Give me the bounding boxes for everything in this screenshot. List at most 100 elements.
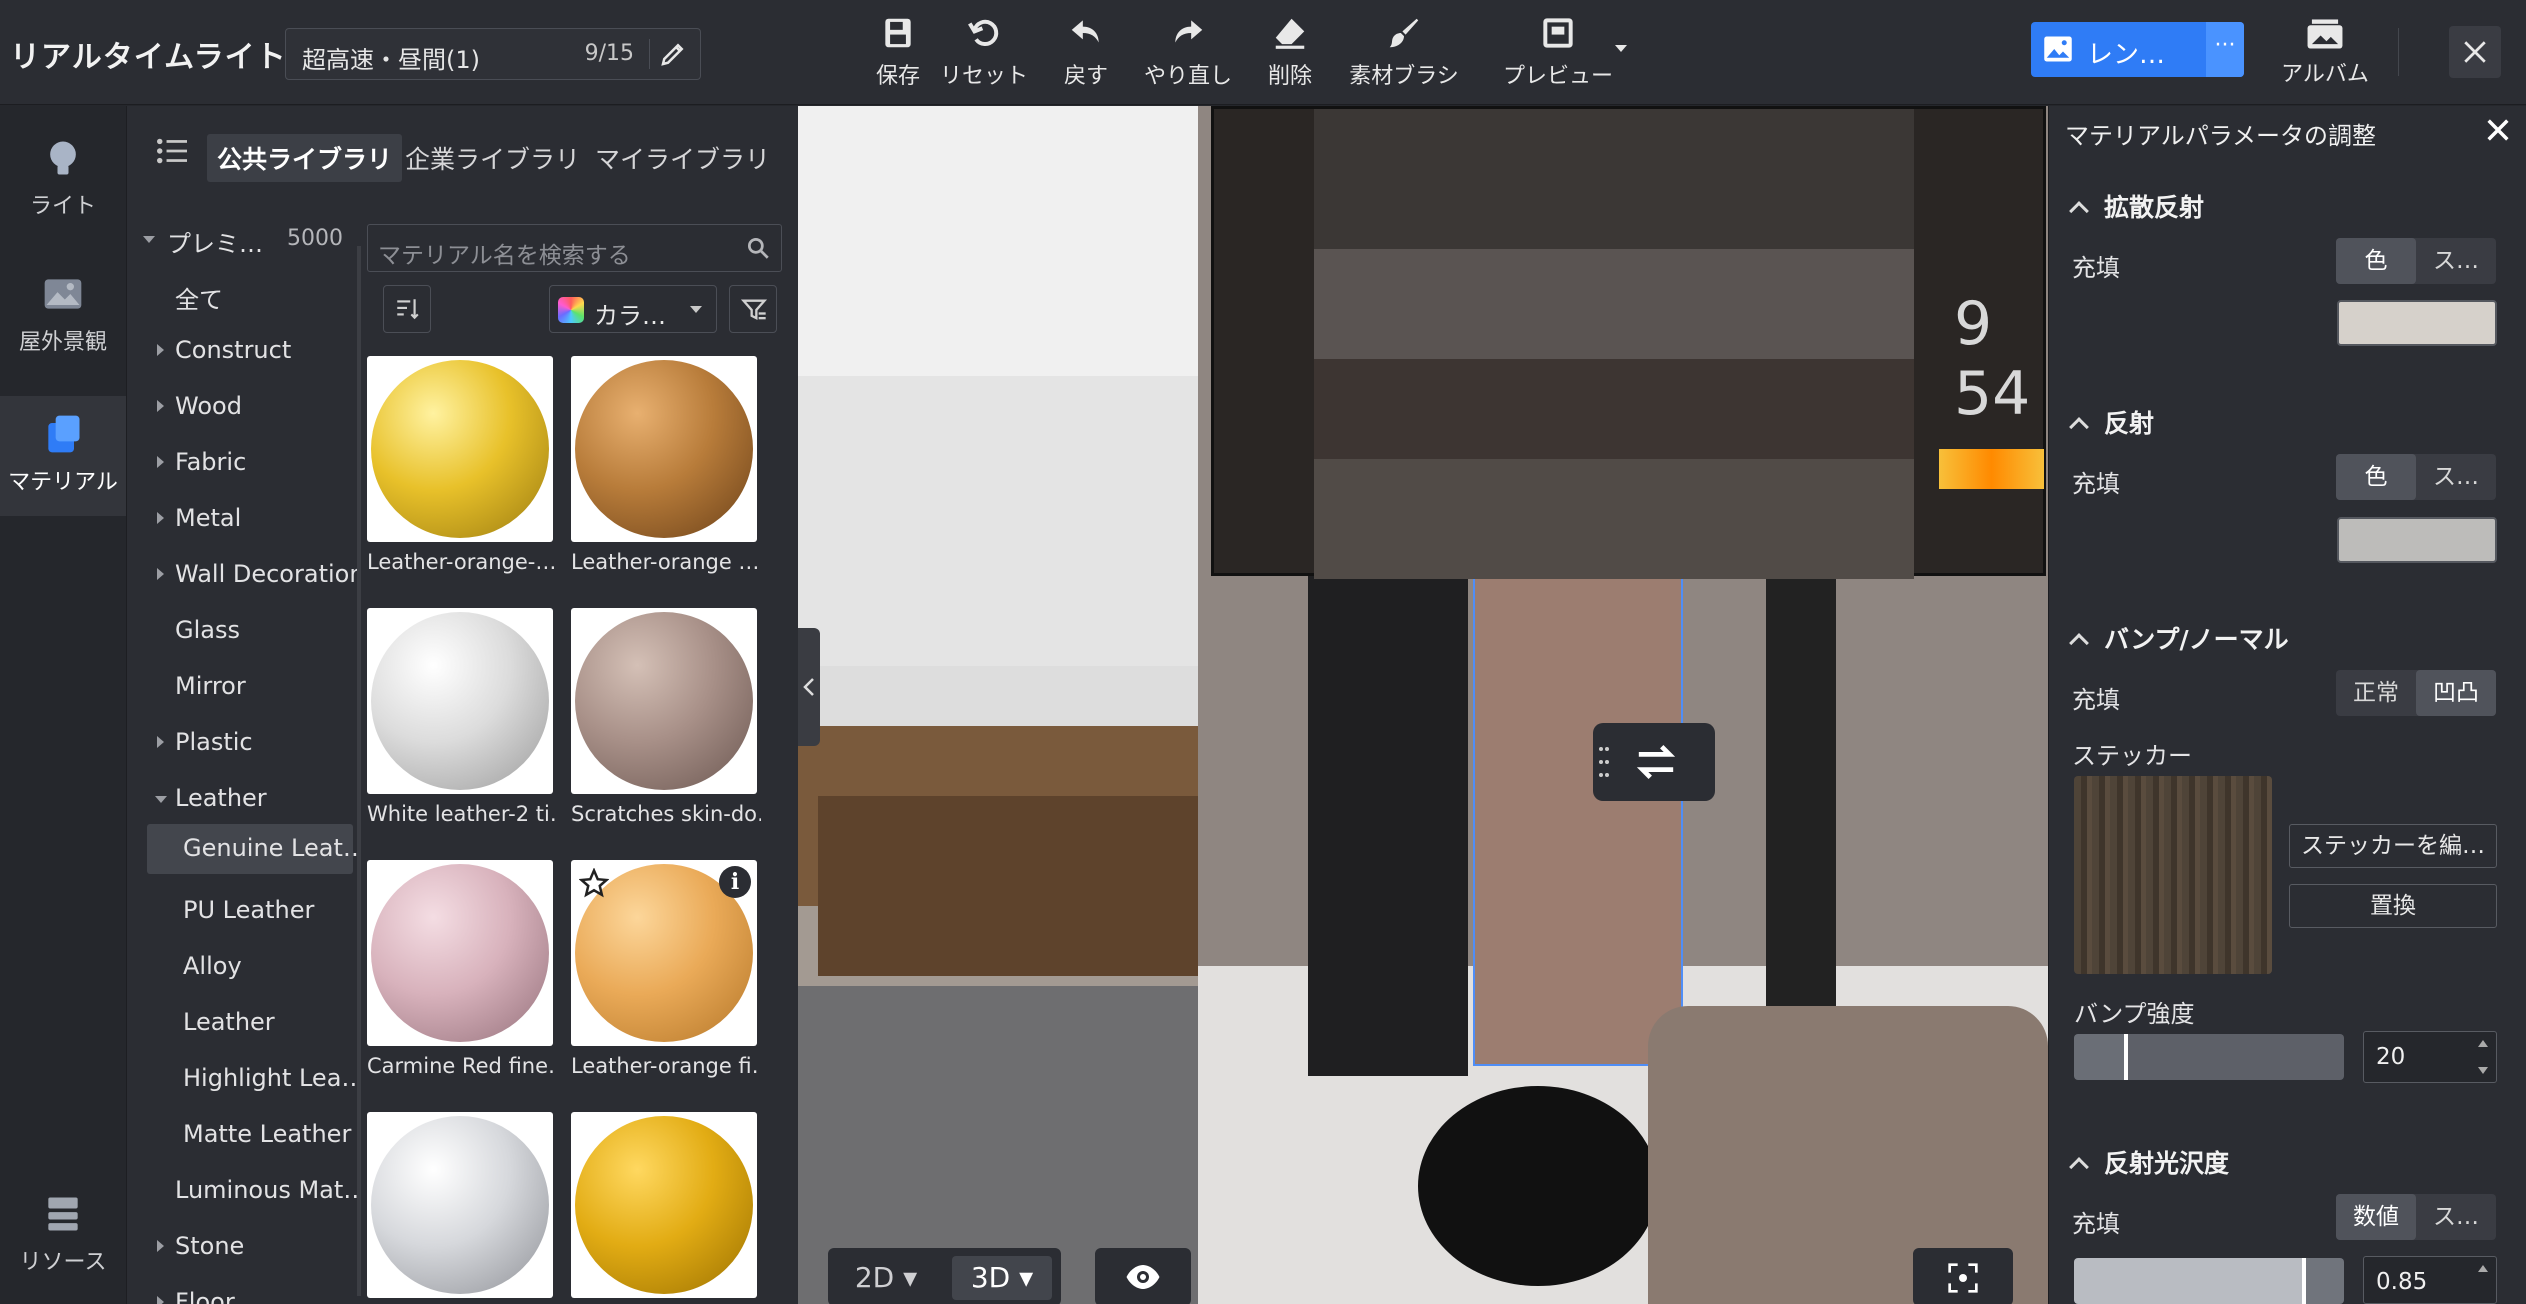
view-3d-button[interactable]: 3D ▾ bbox=[952, 1256, 1052, 1300]
search-input[interactable]: マテリアル名を検索する bbox=[367, 224, 782, 272]
render-preview-inset[interactable]: 9 54 bbox=[1211, 106, 2046, 579]
material-thumbnail[interactable] bbox=[367, 860, 553, 1046]
tree-item-stone[interactable]: Stone bbox=[127, 1222, 357, 1272]
close-icon[interactable] bbox=[2484, 116, 2512, 144]
decrement-icon[interactable] bbox=[2478, 1067, 2488, 1074]
option-texture[interactable]: ス… bbox=[2416, 1194, 2496, 1240]
material-brush-button[interactable]: 素材ブラシ bbox=[1344, 14, 1464, 90]
rail-item-resource[interactable]: リソース bbox=[0, 1192, 126, 1292]
tree-item-alloy[interactable]: Alloy bbox=[127, 942, 357, 992]
replace-button[interactable]: 置換 bbox=[2289, 884, 2497, 928]
tree-item-wood[interactable]: Wood bbox=[127, 382, 357, 432]
material-thumbnail[interactable] bbox=[367, 1112, 553, 1298]
redo-button[interactable]: やり直し bbox=[1140, 14, 1236, 90]
tree-item-construct[interactable]: Construct bbox=[127, 326, 357, 376]
tree-item-all[interactable]: 全て bbox=[127, 270, 357, 320]
tree-item-luminous-material[interactable]: Luminous Mat… bbox=[127, 1166, 357, 1216]
tab-enterprise-library[interactable]: 企業ライブラリ bbox=[395, 134, 590, 182]
pencil-icon[interactable] bbox=[658, 39, 688, 69]
option-texture[interactable]: ス… bbox=[2416, 454, 2496, 500]
rail-item-material[interactable]: マテリアル bbox=[0, 396, 126, 516]
material-thumbnail[interactable] bbox=[571, 608, 757, 794]
preview-button[interactable]: プレビュー bbox=[1488, 14, 1628, 90]
tree-item-mirror[interactable]: Mirror bbox=[127, 662, 357, 712]
scene-selector[interactable]: 超高速・昼間(1) 9/15 bbox=[285, 28, 701, 80]
tree-item-plastic[interactable]: Plastic bbox=[127, 718, 357, 768]
sticker-thumbnail[interactable] bbox=[2074, 776, 2272, 974]
rail-item-outdoor[interactable]: 屋外景観 bbox=[0, 272, 126, 382]
swap-view-button[interactable] bbox=[1593, 723, 1715, 801]
option-normal[interactable]: 正常 bbox=[2336, 670, 2416, 716]
section-gloss[interactable]: 反射光沢度 bbox=[2069, 1144, 2229, 1180]
filter-button[interactable] bbox=[729, 285, 777, 333]
bump-strength-slider[interactable] bbox=[2074, 1034, 2344, 1080]
tree-item-genuine-leather[interactable]: Genuine Leat… bbox=[147, 824, 357, 874]
material-card[interactable]: Leather-orange … bbox=[571, 356, 761, 574]
tree-item-wall-decoration[interactable]: Wall Decoration bbox=[127, 550, 357, 600]
material-thumbnail[interactable] bbox=[367, 356, 553, 542]
tree-item-glass[interactable]: Glass bbox=[127, 606, 357, 656]
gloss-slider[interactable] bbox=[2074, 1258, 2344, 1304]
tree-item-fabric[interactable]: Fabric bbox=[127, 438, 357, 488]
bump-strength-input[interactable]: 20 bbox=[2363, 1031, 2497, 1083]
material-thumbnail[interactable]: i bbox=[571, 860, 757, 1046]
delete-button[interactable]: 削除 bbox=[1250, 14, 1330, 90]
tree-item-highlight-leather[interactable]: Highlight Lea… bbox=[127, 1054, 357, 1104]
increment-icon[interactable] bbox=[2478, 1040, 2488, 1047]
option-color[interactable]: 色 bbox=[2336, 454, 2416, 500]
visibility-button[interactable] bbox=[1095, 1248, 1191, 1304]
undo-button[interactable]: 戻す bbox=[1046, 14, 1126, 90]
section-reflection[interactable]: 反射 bbox=[2069, 404, 2154, 440]
close-button[interactable] bbox=[2449, 26, 2501, 78]
tab-my-library[interactable]: マイライブラリ bbox=[585, 134, 780, 182]
info-icon[interactable]: i bbox=[719, 866, 751, 898]
material-thumbnail[interactable] bbox=[571, 1112, 757, 1298]
diffuse-color-swatch[interactable] bbox=[2337, 300, 2497, 346]
tree-item-floor[interactable]: Floor bbox=[127, 1278, 357, 1304]
render-button[interactable]: レン… ··· bbox=[2031, 22, 2244, 77]
material-card[interactable] bbox=[367, 1112, 557, 1298]
material-thumbnail[interactable] bbox=[571, 356, 757, 542]
list-icon[interactable] bbox=[155, 136, 189, 166]
drag-handle-icon[interactable] bbox=[1599, 745, 1609, 779]
option-value[interactable]: 数値 bbox=[2336, 1194, 2416, 1240]
material-card[interactable]: i Leather-orange fi… bbox=[571, 860, 761, 1078]
option-texture[interactable]: ス… bbox=[2416, 238, 2496, 284]
gloss-input[interactable]: 0.85 bbox=[2363, 1256, 2497, 1304]
tree-item-leather[interactable]: Leather bbox=[127, 774, 357, 824]
tree-item-leather-sub[interactable]: Leather bbox=[127, 998, 357, 1048]
material-card[interactable]: Leather-orange-… bbox=[367, 356, 557, 574]
sort-button[interactable] bbox=[383, 285, 431, 333]
3d-viewport[interactable]: 9 54 2D ▾ 3D ▾ bbox=[798, 106, 2048, 1304]
save-button[interactable]: 保存 bbox=[858, 14, 938, 90]
section-bump[interactable]: バンプ/ノーマル bbox=[2069, 620, 2289, 656]
option-bump[interactable]: 凹凸 bbox=[2416, 670, 2496, 716]
tree-item-metal[interactable]: Metal bbox=[127, 494, 357, 544]
material-card[interactable]: White leather-2 ti… bbox=[367, 608, 557, 826]
selected-object[interactable] bbox=[1473, 576, 1683, 1066]
collapse-panel-button[interactable] bbox=[798, 628, 820, 746]
edit-sticker-button[interactable]: ステッカーを編… bbox=[2289, 824, 2497, 868]
reflection-color-swatch[interactable] bbox=[2337, 517, 2497, 563]
star-icon[interactable] bbox=[579, 868, 609, 898]
fit-view-button[interactable] bbox=[1913, 1248, 2013, 1304]
render-more-button[interactable]: ··· bbox=[2206, 22, 2244, 77]
chevron-down-icon[interactable] bbox=[1614, 44, 1628, 54]
rail-item-light[interactable]: ライト bbox=[0, 136, 126, 246]
tree-item-pu-leather[interactable]: PU Leather bbox=[127, 886, 357, 936]
view-2d-button[interactable]: 2D ▾ bbox=[836, 1256, 936, 1300]
tree-item-premium[interactable]: プレミ… 5000 bbox=[127, 214, 357, 264]
option-color[interactable]: 色 bbox=[2336, 238, 2416, 284]
tree-item-matte-leather[interactable]: Matte Leather bbox=[127, 1110, 357, 1160]
tab-public-library[interactable]: 公共ライブラリ bbox=[207, 134, 403, 182]
material-thumbnail[interactable] bbox=[367, 608, 553, 794]
material-card[interactable]: Carmine Red fine… bbox=[367, 860, 557, 1078]
increment-icon[interactable] bbox=[2478, 1265, 2488, 1272]
section-diffuse[interactable]: 拡散反射 bbox=[2069, 188, 2204, 224]
material-card[interactable]: Scratches skin-do… bbox=[571, 608, 761, 826]
album-button[interactable]: アルバム bbox=[2280, 18, 2370, 88]
tree-scrollbar[interactable] bbox=[357, 246, 361, 1296]
search-icon[interactable] bbox=[745, 235, 771, 261]
color-filter-select[interactable]: カラ… bbox=[549, 285, 717, 333]
reset-button[interactable]: リセット bbox=[936, 14, 1032, 90]
